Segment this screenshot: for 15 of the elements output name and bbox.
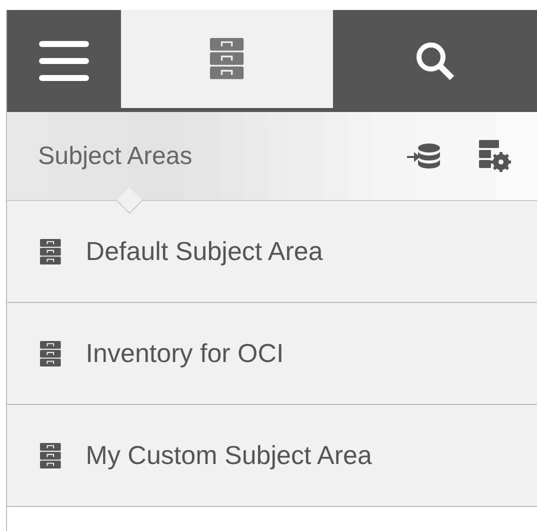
panel-title: Subject Areas [38,142,194,170]
settings-button[interactable] [479,140,511,172]
subject-area-item[interactable]: Inventory for OCI [7,303,537,405]
cabinet-icon [40,340,61,366]
cabinet-icon [210,38,244,80]
subject-area-item[interactable]: My Custom Subject Area [7,405,537,507]
cabinet-icon [40,442,61,468]
cabinet-settings-icon [479,140,511,172]
search-icon [414,40,456,82]
subject-area-item[interactable]: Default Subject Area [7,201,537,303]
database-import-icon [407,143,441,169]
toolbar-tab[interactable] [120,10,334,108]
menu-icon [38,40,89,82]
import-button[interactable] [407,143,441,169]
cabinet-icon [40,238,61,264]
